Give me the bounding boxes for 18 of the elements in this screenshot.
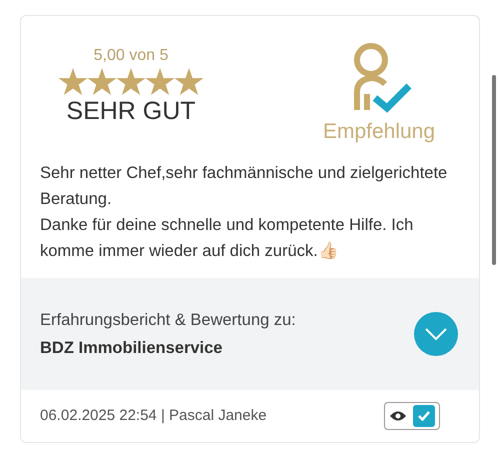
score-text: 5,00 von 5 (94, 46, 168, 66)
recommendation-label: Empfehlung (322, 119, 436, 145)
verdict-text: SEHR GUT (66, 96, 196, 126)
eye-icon (389, 410, 407, 422)
subject-intro: Erfahrungsbericht & Bewertung zu: (40, 310, 296, 331)
star-icon (87, 68, 117, 96)
star-icon (58, 68, 88, 96)
star-icon (145, 68, 175, 96)
company-name: BDZ Immobilienservice (40, 338, 224, 358)
chevron-icon (425, 328, 447, 340)
star-icon (174, 68, 204, 96)
checkbox[interactable] (413, 405, 435, 427)
star-icon (116, 68, 146, 96)
date-author-text: 06.02.2025 22:54 | Pascal Janeke (40, 406, 267, 426)
check-icon (418, 411, 430, 421)
visibility-control[interactable] (384, 402, 440, 430)
expand-button[interactable] (414, 312, 458, 356)
review-text: Sehr netter Chef,sehr fachmännische und zielgerichtete Beratung. Danke für deine schnelle und kompetente Hilfe. Ich komme immer wieder auf dich zurück.👍🏻 (39, 162, 448, 262)
